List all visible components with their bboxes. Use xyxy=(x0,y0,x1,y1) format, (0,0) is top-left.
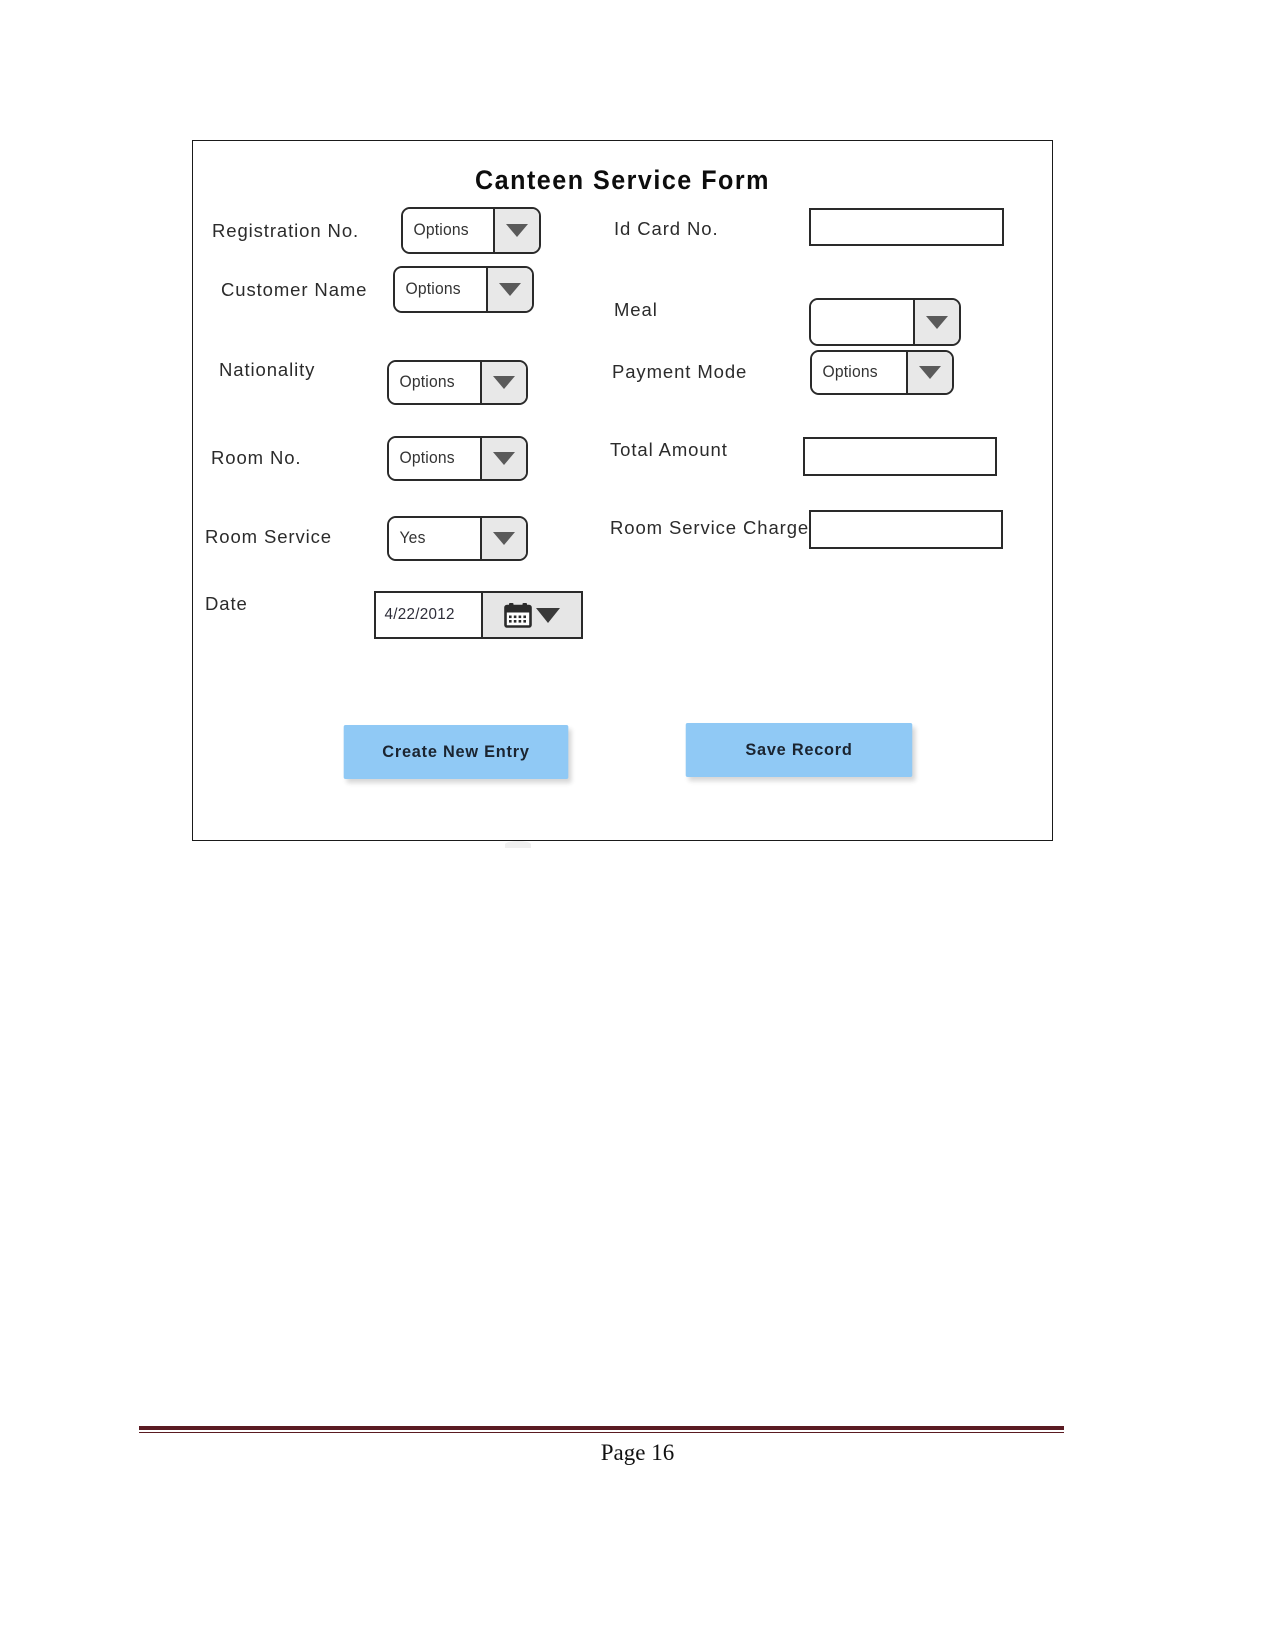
room-service-charge-input[interactable] xyxy=(809,510,1003,549)
label-customer-name: Customer Name xyxy=(221,279,368,300)
chevron-down-icon[interactable] xyxy=(493,209,539,252)
registration-no-dropdown[interactable]: Options xyxy=(401,207,541,254)
label-date: Date xyxy=(205,593,248,614)
label-meal: Meal xyxy=(614,299,658,320)
nationality-dropdown[interactable]: Options xyxy=(387,360,528,405)
label-payment-mode: Payment Mode xyxy=(612,361,748,382)
room-no-dropdown[interactable]: Options xyxy=(387,436,528,481)
date-value: 4/22/2012 xyxy=(376,593,476,637)
chevron-down-icon[interactable] xyxy=(913,300,959,344)
footer-divider xyxy=(139,1426,1064,1434)
document-page: Canteen Service Form Registration No. Op… xyxy=(0,0,1275,1651)
label-total-amount: Total Amount xyxy=(610,439,728,460)
create-new-entry-button[interactable]: Create New Entry xyxy=(343,725,569,779)
date-picker-button[interactable] xyxy=(481,593,581,637)
scan-artifact xyxy=(505,841,531,848)
label-registration-no: Registration No. xyxy=(212,220,360,241)
canteen-service-form-panel: Canteen Service Form Registration No. Op… xyxy=(192,140,1053,841)
label-id-card-no: Id Card No. xyxy=(614,218,719,239)
page-number: Page 16 xyxy=(600,1440,675,1465)
meal-dropdown[interactable] xyxy=(809,298,961,346)
chevron-down-icon[interactable] xyxy=(906,352,952,393)
chevron-down-icon xyxy=(536,607,560,623)
payment-mode-dropdown[interactable]: Options xyxy=(810,350,954,395)
chevron-down-icon[interactable] xyxy=(480,518,526,559)
chevron-down-icon[interactable] xyxy=(486,268,532,311)
customer-name-value: Options xyxy=(395,268,482,311)
payment-mode-value: Options xyxy=(812,352,902,393)
registration-no-value: Options xyxy=(403,209,489,252)
customer-name-dropdown[interactable]: Options xyxy=(393,266,534,313)
label-room-service-charge: Room Service Charge xyxy=(610,517,810,538)
date-picker[interactable]: 4/22/2012 xyxy=(374,591,583,639)
room-service-dropdown[interactable]: Yes xyxy=(387,516,528,561)
save-record-button[interactable]: Save Record xyxy=(685,723,913,777)
meal-value xyxy=(811,300,908,344)
calendar-icon xyxy=(504,603,532,628)
label-room-service: Room Service xyxy=(205,526,332,547)
label-room-no: Room No. xyxy=(211,447,302,468)
label-nationality: Nationality xyxy=(219,359,316,380)
id-card-no-input[interactable] xyxy=(809,208,1004,246)
room-service-value: Yes xyxy=(389,518,476,559)
page-title: Canteen Service Form xyxy=(475,165,770,195)
total-amount-input[interactable] xyxy=(803,437,997,476)
nationality-value: Options xyxy=(389,362,476,403)
chevron-down-icon[interactable] xyxy=(480,438,526,479)
room-no-value: Options xyxy=(389,438,476,479)
chevron-down-icon[interactable] xyxy=(480,362,526,403)
